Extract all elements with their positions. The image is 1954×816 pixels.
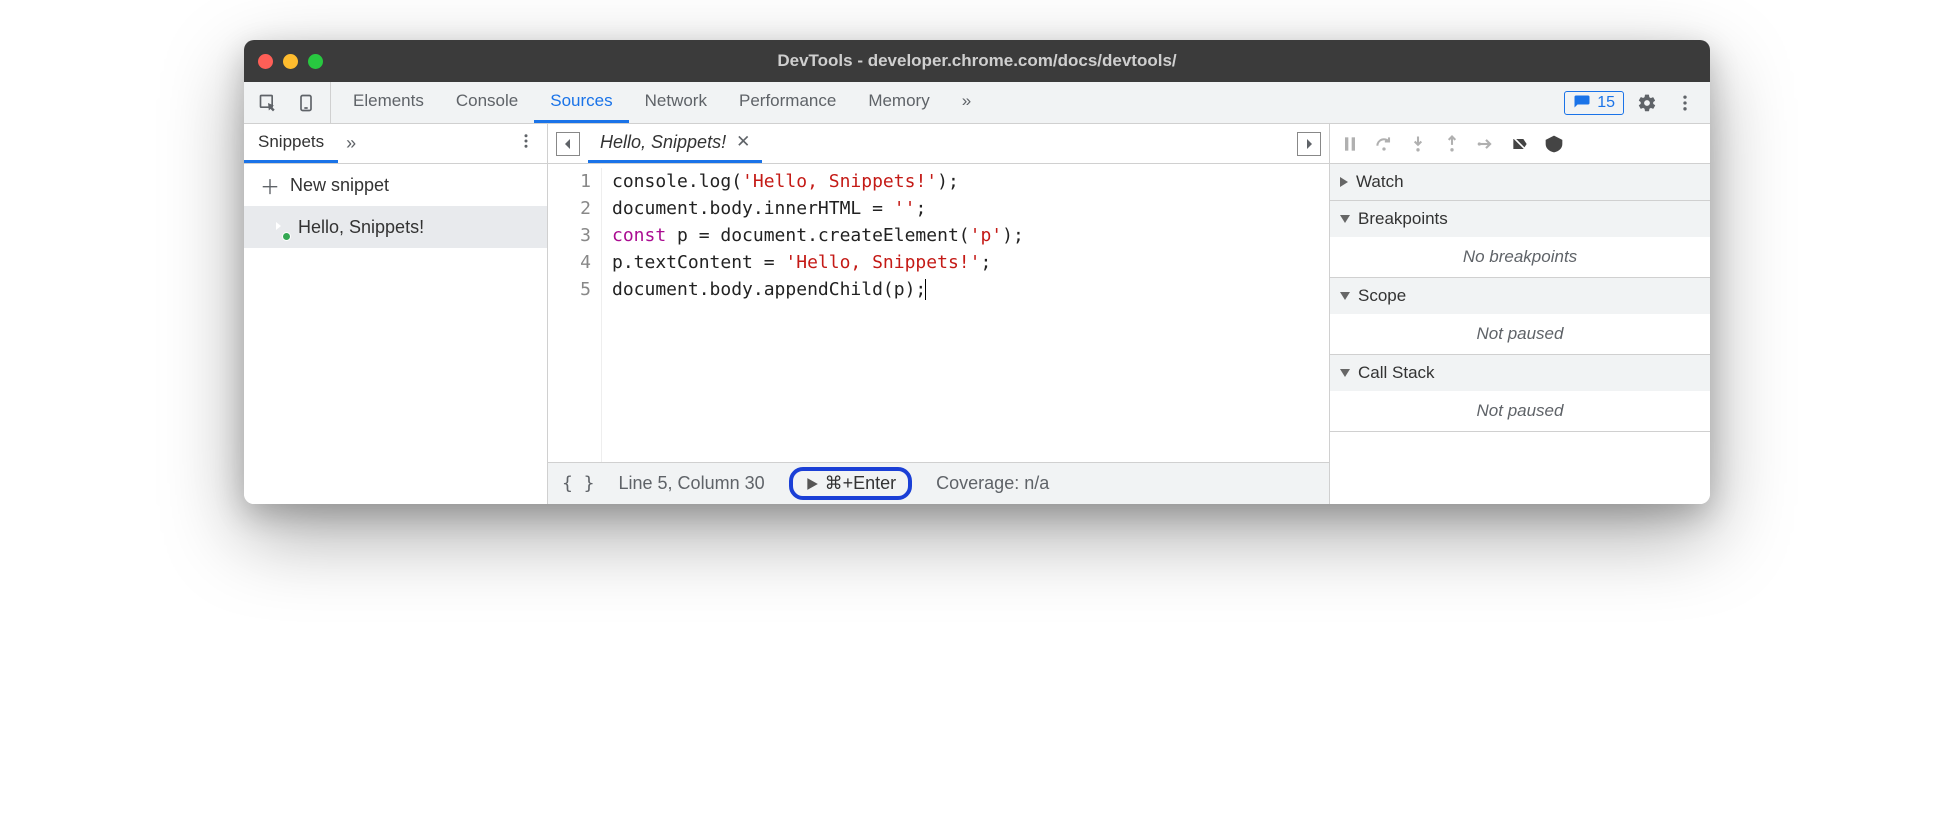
navigator-more-icon[interactable] [505,132,547,155]
tab-performance[interactable]: Performance [723,82,852,123]
snippet-file-icon [270,216,288,238]
file-tab-active[interactable]: Hello, Snippets! ✕ [588,124,762,163]
breakpoints-header[interactable]: Breakpoints [1330,201,1710,237]
sources-panel: Snippets » ＋ New snippet Hello, Snippets… [244,124,1710,504]
file-tab-name: Hello, Snippets! [600,132,726,153]
chevron-down-icon [1340,292,1350,300]
editor-tabstrip: Hello, Snippets! ✕ [548,124,1329,164]
breakpoints-empty: No breakpoints [1330,237,1710,277]
chevron-down-icon [1340,215,1350,223]
watch-section: Watch [1330,164,1710,201]
pause-icon[interactable] [1340,134,1360,154]
minimize-window-button[interactable] [283,54,298,69]
close-window-button[interactable] [258,54,273,69]
debugger-toolbar [1330,124,1710,164]
maximize-window-button[interactable] [308,54,323,69]
run-shortcut-label: ⌘+Enter [825,473,897,494]
panel-tabs: Elements Console Sources Network Perform… [337,82,1564,123]
window-controls [258,54,323,69]
breakpoints-section: Breakpoints No breakpoints [1330,201,1710,278]
scope-empty: Not paused [1330,314,1710,354]
issues-badge[interactable]: 15 [1564,91,1624,115]
coverage-status: Coverage: n/a [936,473,1049,494]
chevron-down-icon [1340,369,1350,377]
pause-on-exceptions-icon[interactable] [1544,134,1564,154]
scope-header[interactable]: Scope [1330,278,1710,314]
callstack-empty: Not paused [1330,391,1710,431]
step-into-icon[interactable] [1408,134,1428,154]
close-tab-icon[interactable]: ✕ [736,132,750,152]
watch-header[interactable]: Watch [1330,164,1710,200]
devtools-window: DevTools - developer.chrome.com/docs/dev… [244,40,1710,504]
window-title: DevTools - developer.chrome.com/docs/dev… [244,51,1710,71]
step-over-icon[interactable] [1374,134,1394,154]
line-gutter: 1 2 3 4 5 [548,168,602,462]
callstack-section: Call Stack Not paused [1330,355,1710,432]
cursor-position: Line 5, Column 30 [619,473,765,494]
step-out-icon[interactable] [1442,134,1462,154]
snippet-name: Hello, Snippets! [298,217,424,238]
chevron-right-icon [1340,177,1348,187]
show-debugger-icon[interactable] [1297,132,1321,156]
run-snippet-button[interactable]: ⌘+Enter [789,467,913,500]
tabs-overflow[interactable]: » [946,82,987,123]
code-content: console.log('Hello, Snippets!');document… [602,168,1024,462]
code-editor[interactable]: 1 2 3 4 5 console.log('Hello, Snippets!'… [548,164,1329,462]
callstack-header[interactable]: Call Stack [1330,355,1710,391]
navigator-tabs: Snippets » [244,124,547,164]
debugger-pane: Watch Breakpoints No breakpoints Scope N… [1330,124,1710,504]
more-menu-icon[interactable] [1670,88,1700,118]
snippet-item[interactable]: Hello, Snippets! [244,206,547,248]
titlebar: DevTools - developer.chrome.com/docs/dev… [244,40,1710,82]
editor-statusbar: { } Line 5, Column 30 ⌘+Enter Coverage: … [548,462,1329,504]
tab-network[interactable]: Network [629,82,723,123]
deactivate-breakpoints-icon[interactable] [1510,134,1530,154]
new-snippet-label: New snippet [290,175,389,196]
tab-sources[interactable]: Sources [534,82,628,123]
show-navigator-icon[interactable] [556,132,580,156]
scope-section: Scope Not paused [1330,278,1710,355]
issues-count: 15 [1597,94,1615,112]
navigator-sidebar: Snippets » ＋ New snippet Hello, Snippets… [244,124,548,504]
inspect-element-icon[interactable] [254,89,282,117]
format-code-button[interactable]: { } [562,473,595,494]
plus-icon: ＋ [260,171,280,200]
snippets-tab[interactable]: Snippets [244,124,338,163]
device-toolbar-icon[interactable] [292,89,320,117]
new-snippet-button[interactable]: ＋ New snippet [244,164,547,206]
step-icon[interactable] [1476,134,1496,154]
tab-console[interactable]: Console [440,82,534,123]
navigator-overflow[interactable]: » [338,133,364,154]
editor-pane: Hello, Snippets! ✕ 1 2 3 4 5 console.log… [548,124,1330,504]
settings-icon[interactable] [1632,88,1662,118]
tab-memory[interactable]: Memory [852,82,945,123]
main-toolbar: Elements Console Sources Network Perform… [244,82,1710,124]
tab-elements[interactable]: Elements [337,82,440,123]
